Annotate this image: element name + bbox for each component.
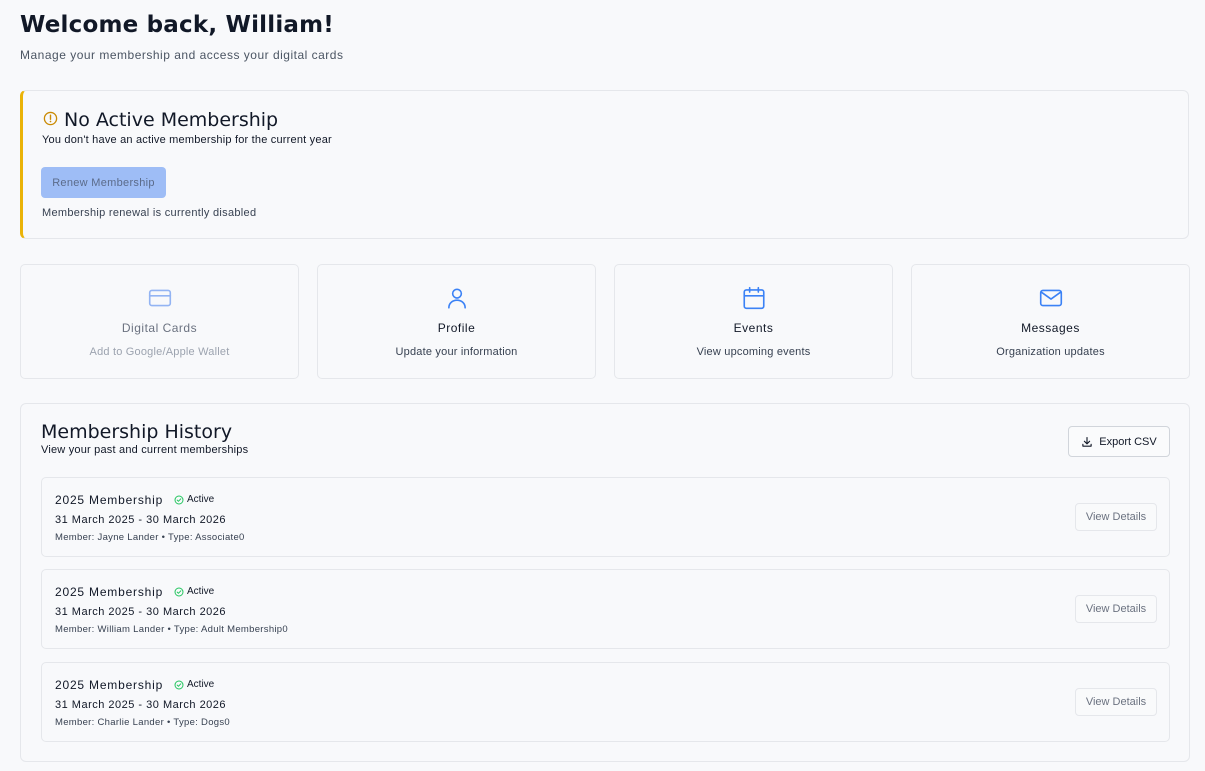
page-title: Welcome back, William! — [20, 12, 334, 38]
status-badge: Active — [174, 494, 214, 505]
card-title: Messages — [1021, 321, 1080, 335]
history-title: Membership History — [41, 421, 233, 443]
dashboard-page: Welcome back, William! Manage your membe… — [0, 0, 1205, 771]
renew-membership-button[interactable]: Renew Membership — [41, 167, 166, 198]
credit-card-icon — [147, 285, 173, 311]
membership-row: 2025 Membership Active 31 March 2025 - 3… — [41, 477, 1170, 557]
card-title: Profile — [437, 321, 476, 335]
alert-description: You don't have an active membership for … — [42, 134, 332, 146]
alert-circle-icon — [43, 111, 58, 126]
status-label: Active — [187, 679, 215, 690]
status-badge: Active — [174, 586, 214, 597]
renew-disabled-note: Membership renewal is currently disabled — [42, 207, 257, 219]
card-profile[interactable]: Profile Update your information — [317, 264, 596, 379]
view-details-button[interactable]: View Details — [1075, 688, 1157, 716]
check-circle-icon — [174, 586, 184, 597]
card-subtitle: Add to Google/Apple Wallet — [89, 346, 230, 358]
download-icon — [1082, 436, 1092, 447]
membership-meta: Member: Jayne Lander • Type: Associate0 — [55, 532, 245, 543]
calendar-icon — [741, 285, 767, 311]
check-circle-icon — [174, 494, 184, 505]
membership-title: 2025 Membership — [55, 493, 164, 507]
status-badge: Active — [174, 679, 214, 690]
membership-dates: 31 March 2025 - 30 March 2026 — [55, 514, 227, 526]
card-events[interactable]: Events View upcoming events — [614, 264, 893, 379]
membership-row: 2025 Membership Active 31 March 2025 - 3… — [41, 662, 1170, 742]
export-csv-label: Export CSV — [1099, 435, 1157, 448]
history-subtitle: View your past and current memberships — [41, 444, 249, 456]
export-csv-button[interactable]: Export CSV — [1068, 426, 1170, 457]
membership-dates: 31 March 2025 - 30 March 2026 — [55, 699, 227, 711]
mail-icon — [1038, 285, 1064, 311]
membership-dates: 31 March 2025 - 30 March 2026 — [55, 606, 227, 618]
card-subtitle: Update your information — [395, 346, 518, 358]
page-subtitle: Manage your membership and access your d… — [20, 48, 344, 62]
card-subtitle: View upcoming events — [696, 346, 811, 358]
alert-title: No Active Membership — [64, 109, 279, 131]
membership-title: 2025 Membership — [55, 585, 164, 599]
check-circle-icon — [174, 679, 184, 690]
card-title: Digital Cards — [121, 321, 198, 335]
membership-row: 2025 Membership Active 31 March 2025 - 3… — [41, 569, 1170, 649]
user-icon — [444, 285, 470, 311]
card-messages[interactable]: Messages Organization updates — [911, 264, 1190, 379]
quick-actions: Digital Cards Add to Google/Apple Wallet… — [20, 264, 1190, 379]
membership-title: 2025 Membership — [55, 678, 164, 692]
status-label: Active — [187, 494, 215, 505]
view-details-button[interactable]: View Details — [1075, 503, 1157, 531]
card-digital-cards[interactable]: Digital Cards Add to Google/Apple Wallet — [20, 264, 299, 379]
card-subtitle: Organization updates — [996, 346, 1105, 358]
no-membership-alert: No Active Membership You don't have an a… — [20, 90, 1189, 239]
status-label: Active — [187, 586, 215, 597]
card-title: Events — [733, 321, 774, 335]
membership-meta: Member: Charlie Lander • Type: Dogs0 — [55, 717, 231, 728]
membership-history: Membership History View your past and cu… — [20, 403, 1190, 762]
view-details-button[interactable]: View Details — [1075, 595, 1157, 623]
membership-meta: Member: William Lander • Type: Adult Mem… — [55, 624, 288, 635]
